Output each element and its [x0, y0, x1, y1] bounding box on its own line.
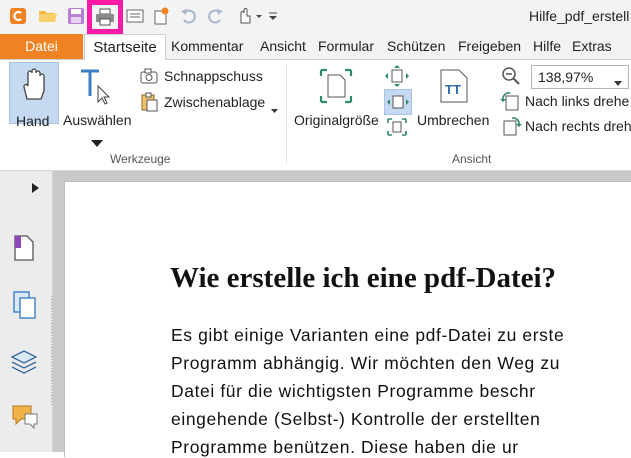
rotate-left-label: Nach links drehe — [525, 93, 630, 109]
rotate-left-icon — [500, 91, 522, 114]
fit-visible-icon — [385, 116, 409, 141]
ribbon: Hand Auswählen Schnappschuss Zwischenabl… — [0, 60, 631, 171]
group-label-ansicht: Ansicht — [452, 152, 492, 166]
navigation-panel — [0, 171, 53, 452]
clipboard-icon — [140, 92, 158, 115]
rotate-left-button[interactable]: Nach links drehe — [500, 91, 631, 113]
reflow-icon: TT — [438, 68, 470, 107]
document-text-line: Programm abhängig. Wir möchten den Weg z… — [171, 353, 561, 373]
document-text-line: Datei für die wichtigsten Programme besc… — [171, 381, 536, 401]
hand-tool-icon[interactable] — [234, 5, 264, 27]
reflow-label: Umbrechen — [417, 112, 490, 128]
tab-ansicht[interactable]: Ansicht — [260, 34, 306, 59]
menu-tabs: Datei Startseite Kommentar Ansicht Formu… — [0, 34, 631, 61]
redo-icon[interactable] — [205, 5, 225, 27]
window-title: Hilfe_pdf_erstell — [529, 8, 630, 24]
rotate-right-label: Nach rechts dreh — [525, 118, 631, 134]
fit-page-button[interactable] — [385, 65, 409, 87]
document-text-line: Programme benützen. Diese haben die ur — [171, 437, 519, 457]
app-logo-icon[interactable] — [7, 5, 29, 27]
zoom-value: 138,97% — [538, 69, 594, 85]
rotate-right-icon — [500, 116, 522, 139]
chevron-down-icon[interactable] — [614, 74, 622, 89]
undo-icon[interactable] — [179, 5, 199, 27]
clipboard-label: Zwischenablage — [164, 94, 266, 110]
scan-icon[interactable] — [125, 5, 145, 27]
hand-icon — [20, 67, 48, 104]
group-separator — [286, 64, 287, 164]
document-page[interactable]: Wie erstelle ich eine pdf-Datei? Es gibt… — [64, 181, 631, 457]
print-icon[interactable] — [87, 0, 123, 34]
layers-icon[interactable] — [9, 348, 39, 377]
tab-hilfe[interactable]: Hilfe — [533, 34, 561, 59]
svg-text:TT: TT — [445, 82, 461, 97]
group-label-werkzeuge: Werkzeuge — [110, 152, 171, 166]
document-text-line: eingehende (Selbst-) Kontrolle der erste… — [171, 409, 541, 429]
title-bar: Hilfe_pdf_erstell — [0, 0, 631, 34]
select-text-icon — [78, 68, 114, 109]
hand-label: Hand — [16, 113, 50, 129]
actual-size-icon — [317, 68, 355, 107]
snapshot-button[interactable]: Schnappschuss — [140, 67, 270, 87]
tab-formular[interactable]: Formular — [318, 34, 374, 59]
customize-icon[interactable] — [267, 5, 279, 27]
chevron-down-icon — [271, 101, 278, 116]
tab-schuetzen[interactable]: Schützen — [387, 34, 445, 59]
hand-button[interactable]: Hand — [9, 62, 59, 129]
expand-panel-icon[interactable] — [32, 181, 39, 196]
tab-startseite[interactable]: Startseite — [84, 34, 166, 61]
document-text-line: Es gibt einige Varianten eine pdf-Datei … — [171, 325, 565, 345]
fit-width-button[interactable] — [384, 89, 412, 115]
open-folder-icon[interactable] — [37, 5, 59, 27]
fit-width-icon — [387, 91, 409, 116]
actual-size-button[interactable]: Originalgröße — [293, 62, 379, 132]
reflow-button[interactable]: TT Umbrechen — [414, 62, 494, 132]
select-label: Auswählen — [63, 112, 132, 128]
snapshot-label: Schnappschuss — [164, 68, 263, 84]
tab-datei[interactable]: Datei — [0, 34, 83, 59]
new-icon[interactable] — [151, 5, 171, 27]
tab-extras[interactable]: Extras — [572, 34, 612, 59]
document-heading: Wie erstelle ich eine pdf-Datei? — [170, 262, 557, 294]
chevron-down-icon — [91, 135, 103, 150]
fit-page-icon — [385, 65, 409, 90]
tab-kommentar[interactable]: Kommentar — [171, 34, 243, 59]
select-button[interactable]: Auswählen — [62, 62, 132, 147]
clipboard-button[interactable]: Zwischenablage — [140, 92, 280, 114]
camera-icon — [140, 68, 158, 87]
pages-thumbnail-icon[interactable] — [12, 290, 38, 323]
zoom-input[interactable]: 138,97% — [531, 65, 629, 89]
rotate-right-button[interactable]: Nach rechts dreh — [500, 116, 631, 138]
bookmark-icon[interactable] — [12, 234, 36, 265]
actual-size-label: Originalgröße — [294, 112, 379, 128]
fit-visible-button[interactable] — [385, 116, 409, 138]
comments-icon[interactable] — [11, 404, 39, 433]
tab-freigeben[interactable]: Freigeben — [458, 34, 521, 59]
zoom-out-icon[interactable] — [501, 66, 523, 89]
save-icon[interactable] — [65, 5, 87, 27]
